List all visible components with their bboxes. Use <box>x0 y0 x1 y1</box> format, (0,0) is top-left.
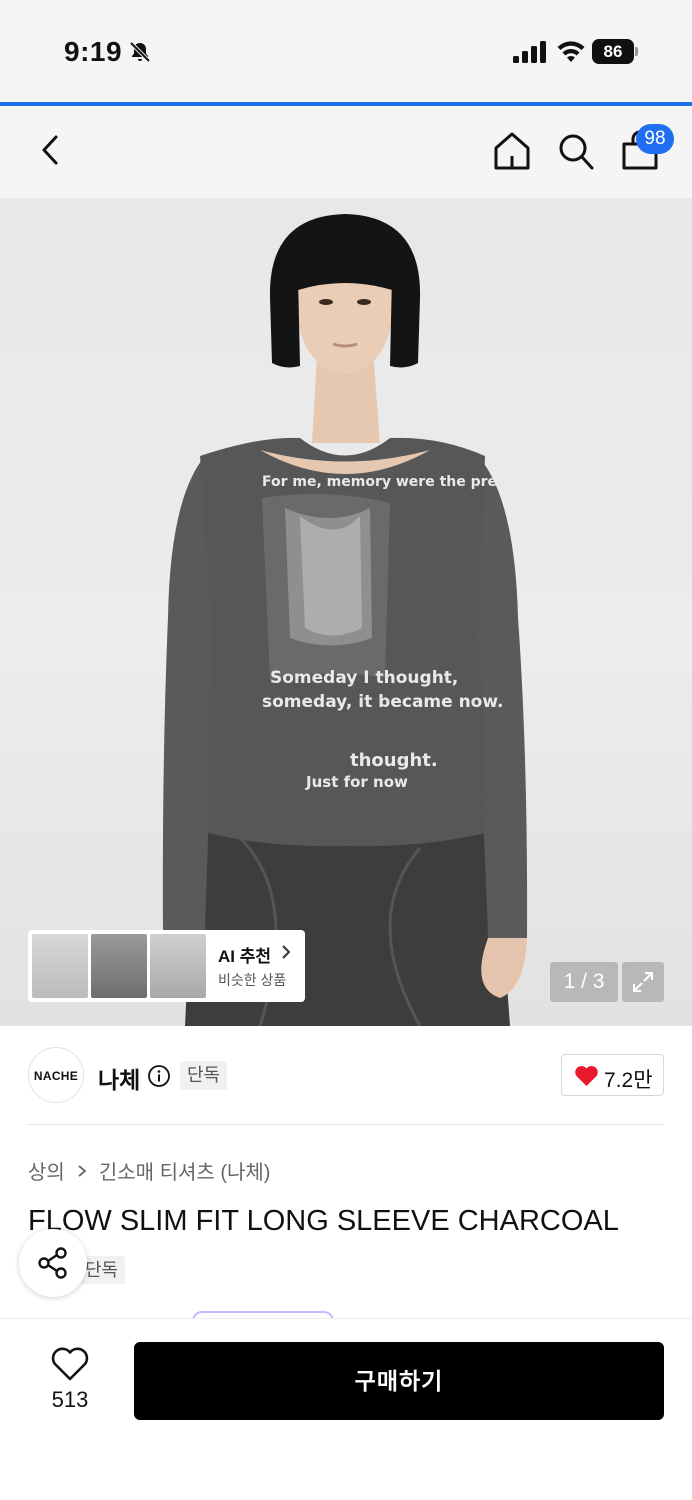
battery-tip <box>635 47 638 56</box>
search-icon[interactable] <box>556 130 596 172</box>
ai-card-title: AI 추천 <box>218 947 272 966</box>
breadcrumb: 상의 긴소매 티셔츠 (나체) <box>28 1156 270 1185</box>
exclusive-tag: 단독 <box>180 1061 228 1090</box>
brand-like-button[interactable]: 7.2만 <box>561 1054 664 1096</box>
expand-icon <box>633 972 653 992</box>
bottom-action-bar: 513 구매하기 <box>0 1318 692 1500</box>
status-time: 9:19 <box>64 36 123 67</box>
ai-thumbnail[interactable] <box>91 934 147 998</box>
info-icon[interactable] <box>147 1064 171 1088</box>
ai-thumbnail[interactable] <box>150 934 206 998</box>
shirt-print-text: For me, memory were the present and <box>262 474 566 490</box>
heart-filled-icon <box>575 1066 598 1086</box>
wishlist-count: 513 <box>51 1387 89 1412</box>
home-icon[interactable] <box>492 130 532 172</box>
product-image-carousel[interactable]: For me, memory were the present and Some… <box>0 198 692 1026</box>
chevron-right-icon <box>78 1164 87 1177</box>
share-icon <box>38 1247 67 1279</box>
wifi-icon <box>557 41 585 62</box>
breadcrumb-category[interactable]: 상의 <box>28 1156 65 1185</box>
ai-thumbnail[interactable] <box>32 934 88 998</box>
image-pager: 1 / 3 <box>550 962 618 1002</box>
top-nav: 98 <box>0 106 692 198</box>
ai-card-subtitle: 비슷한 상품 <box>218 972 287 988</box>
signal-icon <box>513 41 546 63</box>
share-button[interactable] <box>19 1229 87 1297</box>
shirt-print-text: thought. <box>350 750 438 771</box>
brand-logo[interactable]: NACHE <box>28 1047 84 1103</box>
status-bar: 9:19 86 <box>0 0 692 104</box>
back-icon[interactable] <box>34 130 66 170</box>
buy-button[interactable]: 구매하기 <box>134 1342 664 1420</box>
expand-image-button[interactable] <box>622 962 664 1002</box>
breadcrumb-subcategory[interactable]: 긴소매 티셔츠 (나체) <box>99 1156 271 1185</box>
brand-name[interactable]: 나체 <box>98 1061 140 1095</box>
shirt-print-text: someday, it became now. <box>262 692 504 712</box>
product-photo <box>162 214 528 1026</box>
bell-slash-icon <box>129 41 151 63</box>
brand-like-count: 7.2만 <box>604 1069 653 1092</box>
shirt-print-text: Someday I thought, <box>270 668 459 688</box>
shirt-print-text: Just for now <box>306 773 408 791</box>
cart-count-badge[interactable]: 98 <box>636 124 674 154</box>
heart-outline-icon[interactable] <box>50 1346 90 1382</box>
divider <box>28 1124 664 1125</box>
product-title: FLOW SLIM FIT LONG SLEEVE CHARCOAL <box>28 1205 619 1237</box>
chevron-right-icon <box>282 945 291 959</box>
battery-indicator: 86 <box>592 39 638 64</box>
ai-recommendation-card[interactable]: AI 추천 비슷한 상품 <box>28 930 305 1002</box>
battery-level: 86 <box>592 39 634 64</box>
